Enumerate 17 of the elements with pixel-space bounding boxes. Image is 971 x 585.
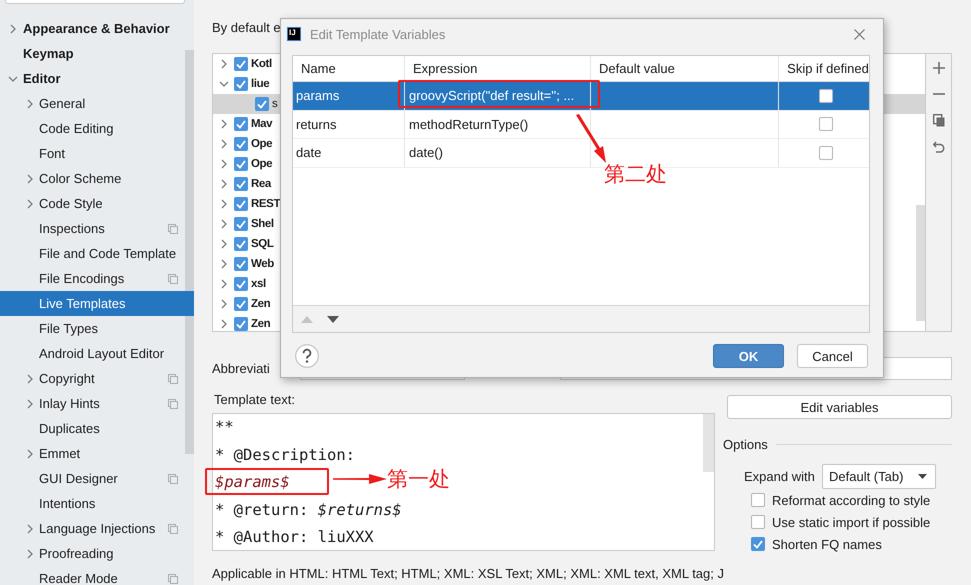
label: Template text:	[213, 393, 296, 409]
code-line: * @Author: liuXXX	[215, 527, 374, 548]
applicable-text: Applicable in HTML: HTML Text; HTML; XML: XSL Text; XML; XML: XML text, XML tag; J	[212, 566, 725, 581]
label: By default e	[212, 19, 281, 36]
code-line: * @return: $returns$	[215, 500, 402, 520]
label: Expand with	[744, 469, 816, 484]
annotation-text: 第一处	[387, 466, 450, 492]
table-cell: date	[293, 139, 405, 166]
app-logo: IJ	[287, 27, 301, 41]
code-line: $params$	[215, 472, 290, 493]
window-title: Edit Template Variables	[310, 26, 446, 42]
table-cell: returns	[293, 110, 405, 138]
section-title: Options	[723, 437, 768, 452]
code-line: **	[215, 417, 234, 438]
label: Abbreviati	[212, 360, 271, 376]
code-line: * @Description:	[215, 444, 355, 466]
table-cell: date()	[405, 139, 591, 166]
